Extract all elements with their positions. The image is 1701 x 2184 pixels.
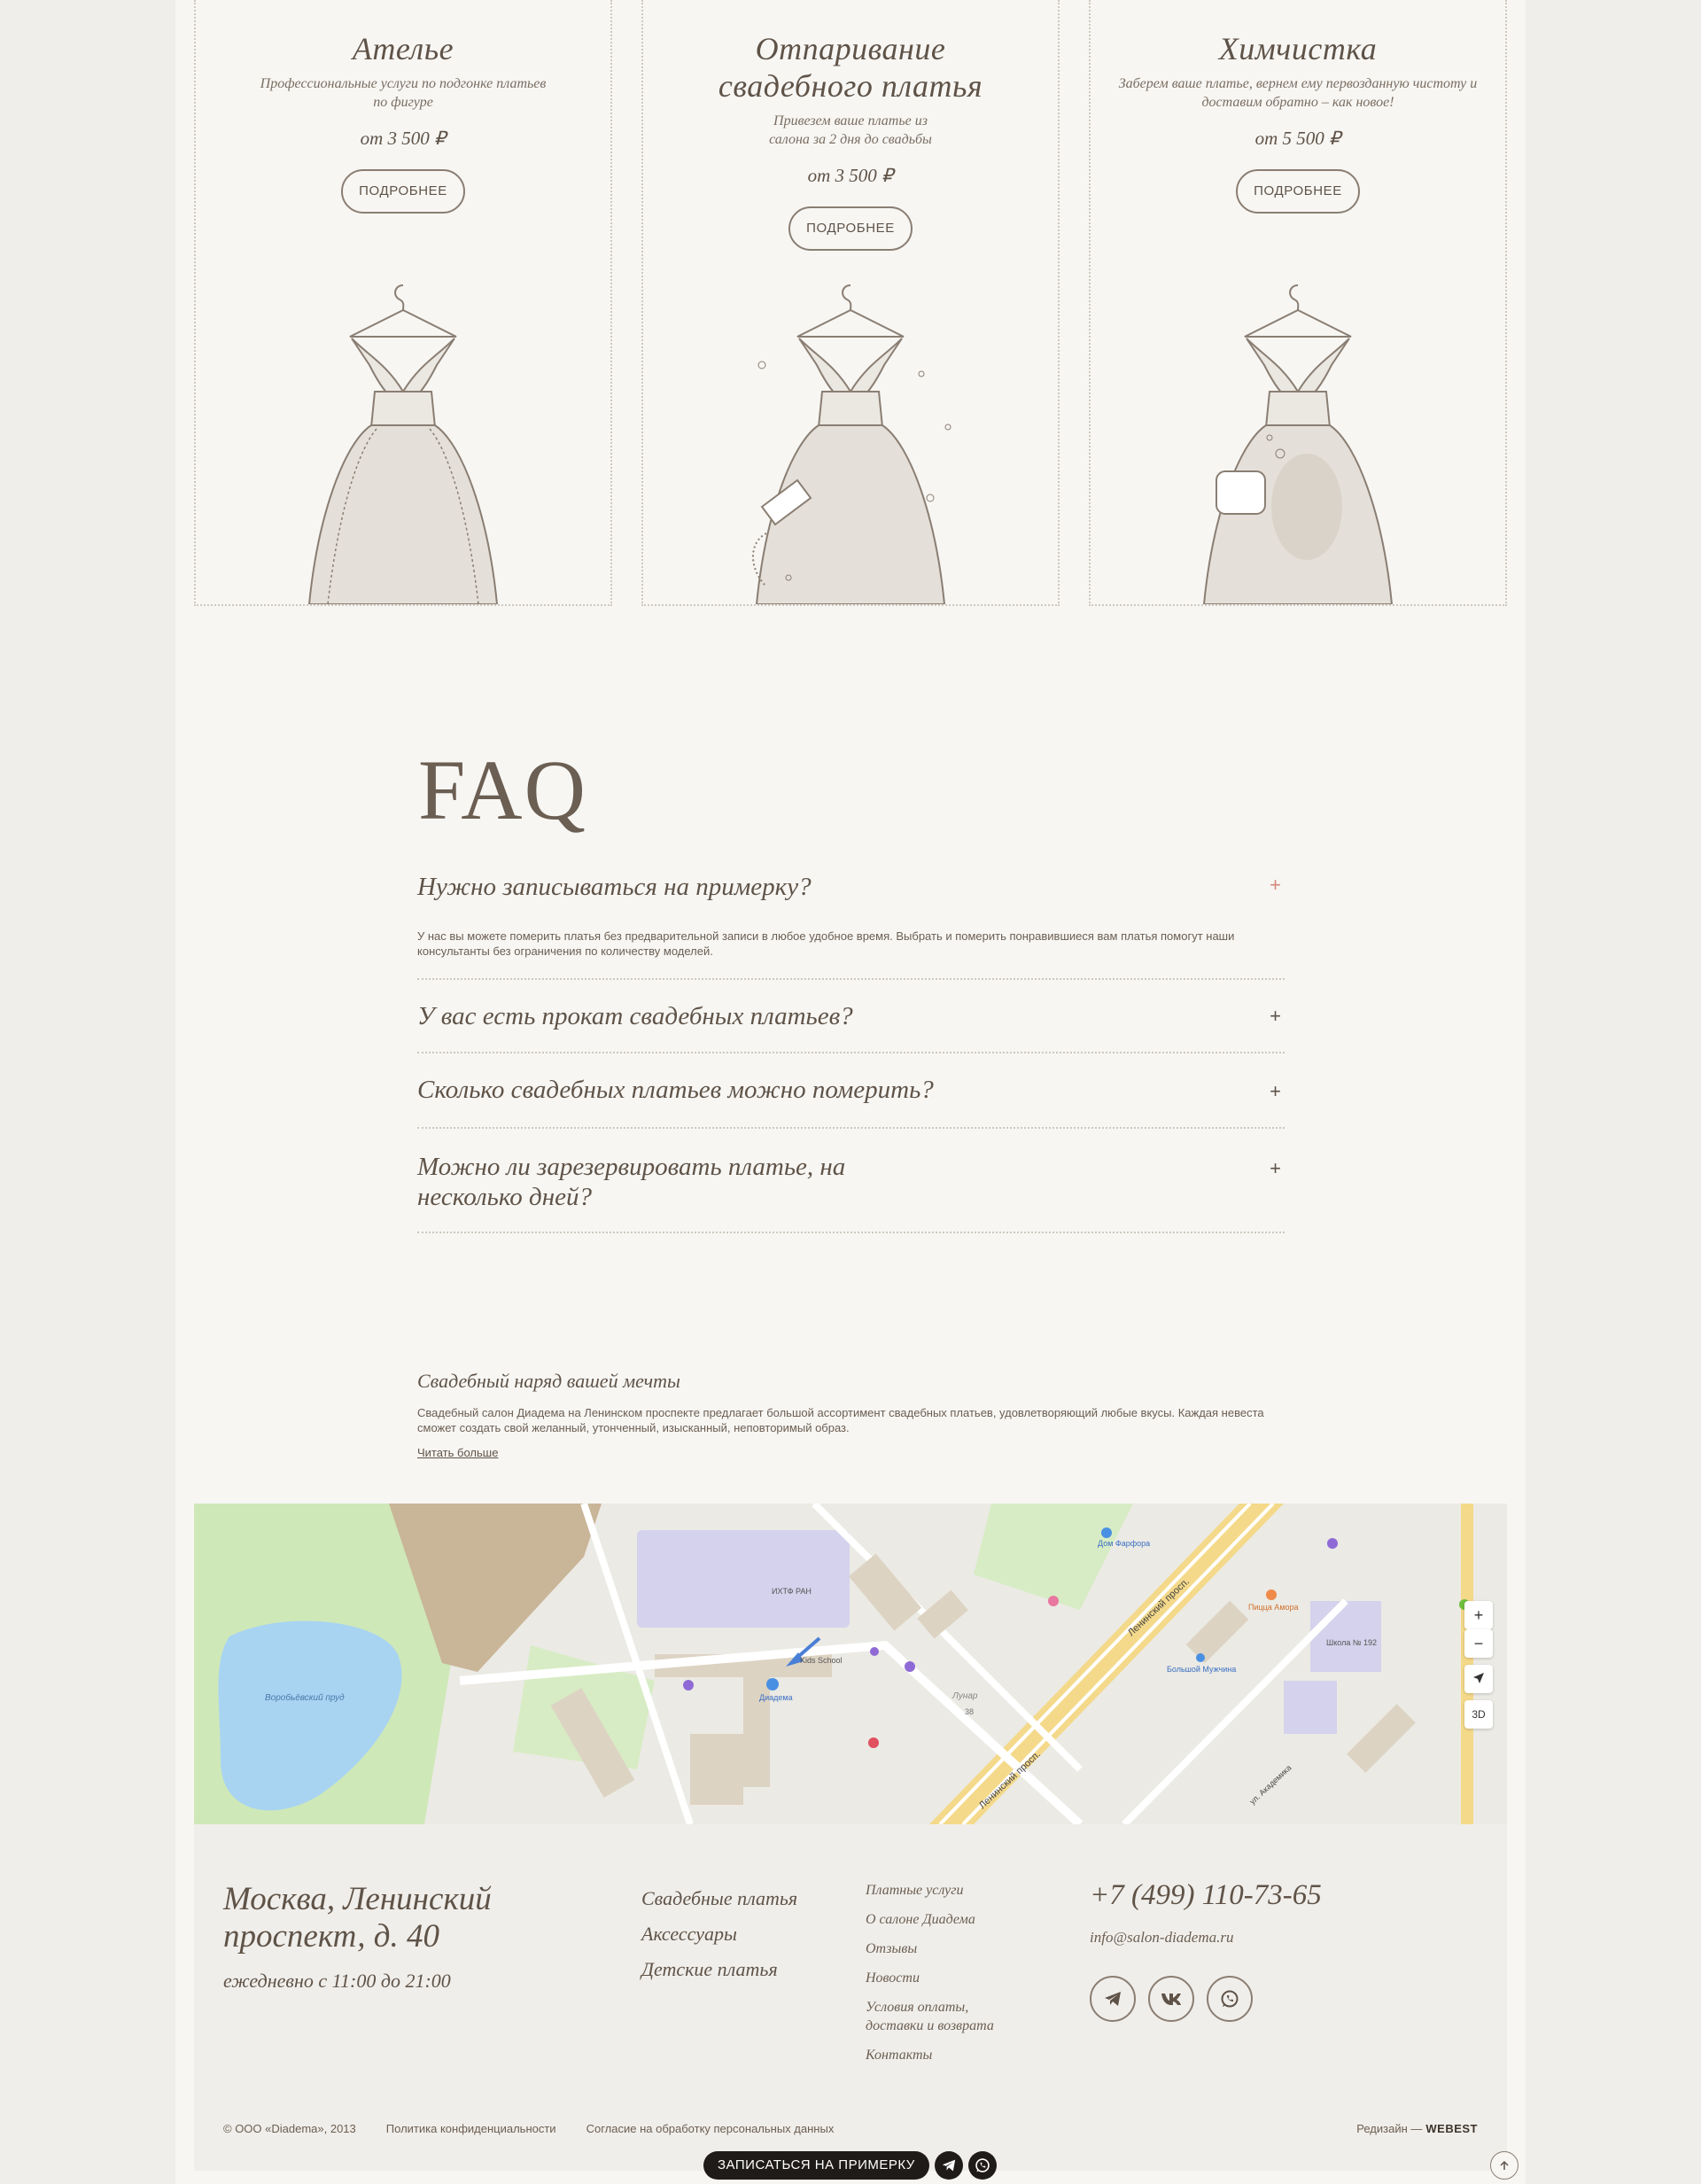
sticky-whatsapp-button[interactable]	[967, 2151, 997, 2180]
service-price: от 5 500 ₽	[1254, 128, 1341, 149]
faq-question[interactable]: Сколько свадебных платьев можно померить…	[417, 1053, 1285, 1105]
plus-icon[interactable]: +	[1270, 1082, 1281, 1101]
telegram-icon	[942, 2159, 956, 2172]
credit-prefix: Редизайн —	[1356, 2122, 1423, 2135]
map-canvas[interactable]: Воробьёвский пруд ИХТФ РАН Kids School Д…	[194, 1504, 1507, 1824]
3d-button[interactable]: 3D	[1464, 1700, 1493, 1729]
footer-link-contacts[interactable]: Контакты	[866, 2046, 1025, 2064]
copyright: © ООО «Diadema», 2013	[223, 2122, 356, 2135]
locate-button[interactable]	[1464, 1665, 1493, 1693]
footer-nav-secondary: Платные услуги О салоне Диадема Отзывы Н…	[866, 1881, 1025, 2075]
service-title: Химчистка	[1218, 31, 1378, 66]
map-label: Школа № 192	[1326, 1638, 1377, 1647]
map-label: ИХТФ РАН	[772, 1587, 812, 1596]
service-desc: Заберем ваше платье, вернем ему первозда…	[1118, 76, 1478, 110]
dress-steamer-illustration	[752, 284, 951, 604]
footer-nav-main: Свадебные платья Аксессуары Детские плат…	[641, 1881, 797, 1987]
plus-icon[interactable]: +	[1270, 1007, 1281, 1026]
telegram-button[interactable]	[1090, 1976, 1136, 2022]
seo-text: Свадебный салон Диадема на Ленинском про…	[417, 1406, 1264, 1434]
social-links	[1090, 1976, 1253, 2022]
service-price: от 3 500 ₽	[360, 128, 447, 149]
faq-question[interactable]: Нужно записываться на примерку?	[417, 859, 1285, 902]
footer-link-wedding-dresses[interactable]: Свадебные платья	[641, 1881, 797, 1916]
service-price: от 3 500 ₽	[807, 165, 894, 186]
map-label: Диадема	[759, 1693, 793, 1702]
read-more-link[interactable]: Читать больше	[417, 1446, 498, 1459]
whatsapp-icon	[975, 2158, 990, 2172]
book-fitting-button[interactable]: ЗАПИСАТЬСЯ НА ПРИМЕРКУ	[703, 2151, 929, 2180]
footer-address: Москва, Ленинский проспект, д. 40	[223, 1881, 492, 1955]
footer-link-paid-services[interactable]: Платные услуги	[866, 1881, 1025, 1900]
vk-button[interactable]	[1148, 1976, 1194, 2022]
seo-block: Свадебный наряд вашей мечты Свадебный са…	[417, 1370, 1285, 1461]
footer-phone[interactable]: +7 (499) 110-73-65	[1090, 1879, 1322, 1912]
map-label: Kids School	[800, 1656, 843, 1665]
faq-answer: У нас вы можете померить платья без пред…	[417, 929, 1235, 958]
address-line: проспект, д. 40	[223, 1918, 440, 1955]
footer-bottom: © ООО «Diadema», 2013 Политика конфиденц…	[223, 2122, 1478, 2135]
more-button[interactable]: ПОДРОБНЕЕ	[1236, 169, 1360, 214]
map-label: Воробьёвский пруд	[265, 1692, 345, 1703]
faq-list: Нужно записываться на примерку? + У нас …	[417, 859, 1285, 1233]
footer-link-reviews[interactable]: Отзывы	[866, 1939, 1025, 1958]
privacy-link[interactable]: Политика конфиденциальности	[386, 2122, 556, 2135]
vk-icon	[1161, 1994, 1181, 2005]
sticky-bar: ЗАПИСАТЬСЯ НА ПРИМЕРКУ	[703, 2151, 997, 2180]
faq-item[interactable]: Можно ли зарезервировать платье, на неск…	[417, 1129, 1285, 1233]
faq-item[interactable]: У вас есть прокат свадебных платьев? +	[417, 980, 1285, 1053]
service-desc: Привезем ваше платье из салона за 2 дня …	[769, 113, 932, 147]
faq-question[interactable]: Можно ли зарезервировать платье, на неск…	[417, 1129, 913, 1212]
service-title: Ателье	[352, 31, 454, 66]
address-line: Москва, Ленинский	[223, 1881, 492, 1917]
faq-item[interactable]: Нужно записываться на примерку? + У нас …	[417, 859, 1285, 980]
map-label: Большой Мужчина	[1167, 1665, 1236, 1674]
zoom-out-button[interactable]: −	[1464, 1629, 1493, 1658]
faq-question[interactable]: У вас есть прокат свадебных платьев?	[417, 980, 1285, 1031]
map-label: Пицца Амора	[1248, 1603, 1299, 1612]
more-button[interactable]: ПОДРОБНЕЕ	[788, 206, 913, 251]
footer-link-accessories[interactable]: Аксессуары	[641, 1916, 797, 1952]
service-desc: Профессиональные услуги по подгонке плат…	[260, 76, 547, 110]
footer-link-payment-terms[interactable]: Условия оплаты, доставки и возврата	[866, 1998, 1025, 2035]
sticky-telegram-button[interactable]	[934, 2151, 963, 2180]
footer-email[interactable]: info@salon-diadema.ru	[1090, 1929, 1234, 1947]
map[interactable]: Воробьёвский пруд ИХТФ РАН Kids School Д…	[194, 1504, 1507, 1824]
plus-icon[interactable]: +	[1270, 875, 1281, 895]
footer: Москва, Ленинский проспект, д. 40 ежедне…	[194, 1824, 1507, 2171]
service-card-atelier: Ателье Профессиональные услуги по подгон…	[194, 0, 612, 606]
telegram-icon	[1105, 1992, 1121, 2006]
redesign-credit[interactable]: Редизайн — WEBEST	[1356, 2122, 1478, 2135]
footer-link-news[interactable]: Новости	[866, 1969, 1025, 1987]
dress-cleaning-illustration	[1202, 284, 1394, 604]
whatsapp-button[interactable]	[1207, 1976, 1253, 2022]
faq-title: FAQ	[418, 742, 587, 837]
whatsapp-icon	[1221, 1990, 1239, 2008]
footer-link-about[interactable]: О салоне Диадема	[866, 1910, 1025, 1929]
webest-logo: WEBEST	[1425, 2122, 1478, 2135]
map-label: Дом Фарфора	[1098, 1539, 1150, 1548]
more-button[interactable]: ПОДРОБНЕЕ	[341, 169, 465, 214]
service-card-steaming: Отпаривание свадебного платья Привезем в…	[641, 0, 1060, 606]
zoom-in-button[interactable]: +	[1464, 1601, 1493, 1629]
dress-illustration	[307, 284, 499, 604]
scroll-top-button[interactable]	[1490, 2151, 1518, 2180]
footer-link-kids-dresses[interactable]: Детские платья	[641, 1952, 797, 1987]
navigation-arrow-icon	[1473, 1673, 1484, 1683]
service-title: Отпаривание свадебного платья	[718, 31, 983, 104]
consent-link[interactable]: Согласие на обработку персональных данны…	[586, 2122, 835, 2135]
faq-item[interactable]: Сколько свадебных платьев можно померить…	[417, 1053, 1285, 1129]
service-card-drycleaning: Химчистка Заберем ваше платье, вернем ем…	[1089, 0, 1507, 606]
map-label: Лунар	[951, 1691, 978, 1701]
footer-hours: ежедневно с 11:00 до 21:00	[223, 1970, 451, 1992]
arrow-up-icon	[1500, 2160, 1509, 2170]
map-label: 38	[965, 1707, 974, 1716]
seo-title: Свадебный наряд вашей мечты	[417, 1370, 680, 1392]
plus-icon[interactable]: +	[1270, 1159, 1281, 1178]
